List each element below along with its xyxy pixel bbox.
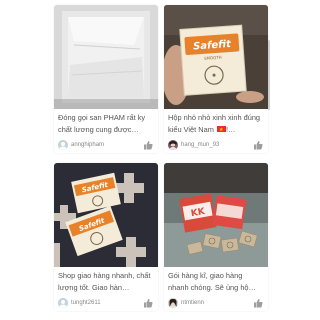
thumbs-up-icon	[144, 299, 153, 308]
author-row: annghipham	[58, 139, 154, 151]
review-photo[interactable]: Safefit SMOOTH	[164, 5, 268, 109]
like-button[interactable]	[142, 139, 154, 151]
review-caption: Shop giao hàng nhanh, chất lượng tốt. Gi…	[58, 271, 151, 292]
avatar[interactable]	[58, 140, 68, 150]
username[interactable]: hang_mun_93	[181, 141, 219, 149]
avatar[interactable]	[168, 298, 178, 308]
scrollbar[interactable]	[268, 40, 270, 110]
review-caption: Hộp nhỏ nhỏ xinh xinh đúng kiểu Việt Nam…	[168, 112, 264, 136]
username[interactable]: annghipham	[71, 141, 104, 149]
like-button[interactable]	[252, 297, 264, 309]
author-row: ntmtienn	[168, 297, 264, 309]
thumbs-up-icon	[254, 299, 263, 308]
review-photo[interactable]: KK	[164, 163, 268, 267]
thumbs-up-icon	[144, 141, 153, 150]
avatar[interactable]	[168, 140, 178, 150]
review-card[interactable]: Đóng gọi san PHAM rất ky chất lương cung…	[54, 5, 158, 153]
review-card[interactable]: KK Gói hàng kĩ, giao hàng nhanh chóng. S…	[164, 163, 268, 311]
username[interactable]: ntmtienn	[181, 299, 204, 307]
username[interactable]: tunght2611	[71, 299, 101, 307]
thumbs-up-icon	[254, 141, 263, 150]
like-button[interactable]	[142, 297, 154, 309]
author-row: tunght2611	[58, 297, 154, 309]
review-card[interactable]: Safefit SMOOTH Hộp nhỏ nhỏ xinh xinh đún…	[164, 5, 268, 153]
like-button[interactable]	[252, 139, 264, 151]
review-card[interactable]: Safefit Safefit Shop giao hàng nhanh, ch…	[54, 163, 158, 311]
review-photo[interactable]: Safefit Safefit	[54, 163, 158, 267]
review-feed: Đóng gọi san PHAM rất ky chất lương cung…	[0, 0, 320, 320]
avatar[interactable]	[58, 298, 68, 308]
author-row: hang_mun_93	[168, 139, 264, 151]
review-caption: Gói hàng kĩ, giao hàng nhanh chóng. Sẽ ủ…	[168, 271, 256, 292]
vietnam-flag-icon	[216, 124, 226, 136]
review-photo[interactable]	[54, 5, 158, 109]
review-caption: Đóng gọi san PHAM rất ky chất lương cung…	[58, 113, 146, 134]
